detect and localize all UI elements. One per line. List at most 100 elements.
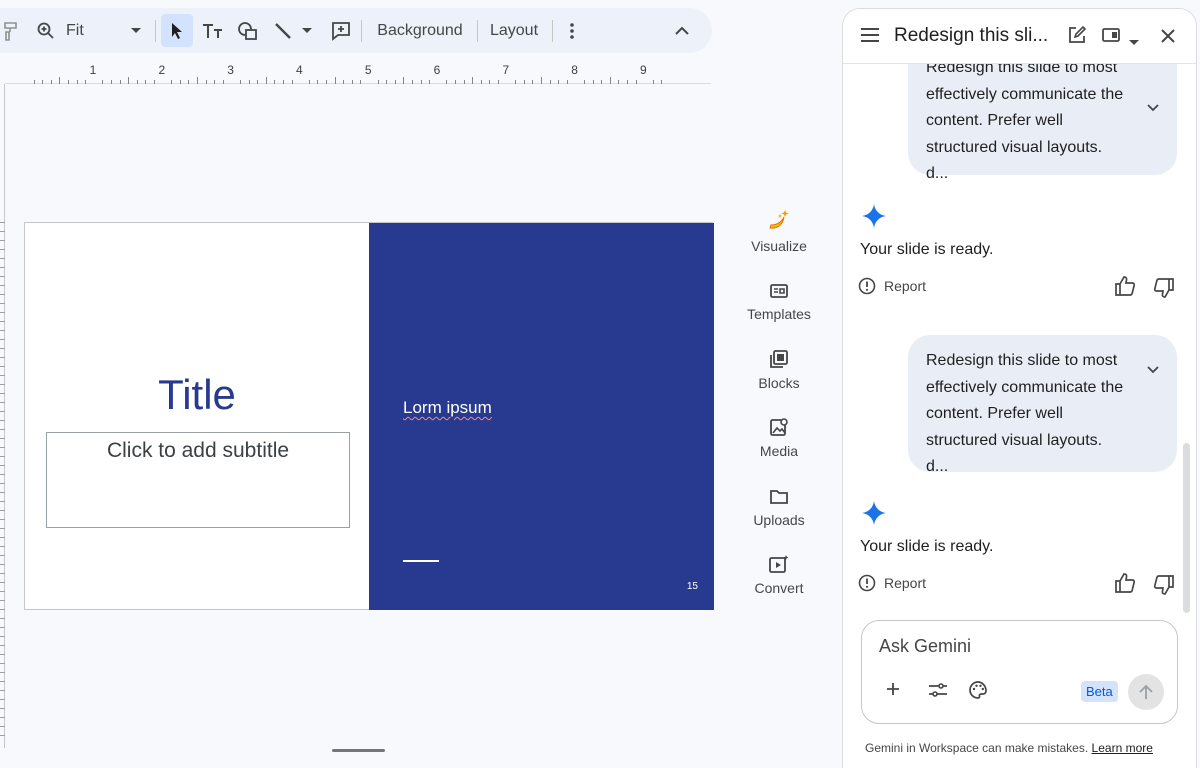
ruler-tick xyxy=(85,80,87,84)
ruler-tick xyxy=(145,80,147,84)
media-icon xyxy=(740,409,818,437)
subtitle-placeholder: Click to add subtitle xyxy=(106,439,290,462)
editor-toolbar: Fit Background Layout xyxy=(0,8,712,53)
ruler-tick xyxy=(480,80,482,84)
ruler-tick xyxy=(394,80,396,84)
disclaimer: Gemini in Workspace can make mistakes. L… xyxy=(865,741,1153,755)
ruler-tick xyxy=(240,80,241,84)
tune-icon[interactable] xyxy=(928,682,948,703)
expand-chevron-icon[interactable] xyxy=(1147,95,1159,122)
ruler-tick xyxy=(128,77,130,84)
media-button[interactable]: Media xyxy=(740,409,818,459)
ruler-number: 5 xyxy=(364,63,372,77)
layout-button[interactable]: Layout xyxy=(484,8,544,53)
report-button[interactable]: Report xyxy=(858,277,926,295)
send-button[interactable] xyxy=(1128,674,1164,710)
report-label: Report xyxy=(884,575,927,591)
vertical-ruler[interactable] xyxy=(0,222,5,742)
thumbs-up-icon[interactable] xyxy=(1114,275,1136,302)
more-options-icon[interactable] xyxy=(560,8,584,53)
slide-body-text[interactable]: Lorm ipsum xyxy=(403,398,492,418)
uploads-button[interactable]: Uploads xyxy=(740,478,818,528)
folder-icon xyxy=(740,478,818,506)
ruler-number: 4 xyxy=(296,63,303,77)
zoom-dropdown-icon[interactable] xyxy=(126,8,146,53)
ruler-tick xyxy=(455,80,456,84)
collapse-toolbar-icon[interactable] xyxy=(670,8,694,53)
gemini-sparkle-icon xyxy=(862,501,886,530)
ask-gemini-input[interactable]: Ask Gemini Beta xyxy=(861,620,1178,724)
cursor-icon xyxy=(172,22,182,39)
comment-button[interactable] xyxy=(326,8,356,53)
ruler-tick xyxy=(592,80,594,84)
shape-button[interactable] xyxy=(233,8,263,53)
expand-chevron-icon[interactable] xyxy=(1147,357,1159,384)
zoom-select[interactable]: Fit xyxy=(66,8,126,53)
ruler-number: 3 xyxy=(227,63,234,77)
templates-button[interactable]: Templates xyxy=(740,272,818,322)
ruler-tick xyxy=(265,77,267,84)
panel-scrollbar[interactable] xyxy=(1183,443,1190,613)
gemini-sparkle-icon xyxy=(862,204,886,233)
close-icon[interactable] xyxy=(1160,28,1176,49)
ruler-tick xyxy=(317,80,319,84)
paint-format-icon[interactable] xyxy=(0,8,22,53)
report-button[interactable]: Report xyxy=(858,574,926,592)
select-tool-button[interactable] xyxy=(161,14,193,47)
ruler-tick xyxy=(351,80,353,84)
prompt-line: effectively communicate the xyxy=(926,378,1124,396)
blocks-label: Blocks xyxy=(758,375,800,391)
prompt-line: Redesign this slide to most xyxy=(926,352,1118,369)
thumbs-up-icon[interactable] xyxy=(1114,572,1136,599)
ruler-tick xyxy=(102,80,104,84)
beta-badge: Beta xyxy=(1081,681,1118,702)
menu-icon[interactable] xyxy=(861,28,879,47)
ruler-tick xyxy=(558,80,560,84)
horizontal-ruler[interactable]: 1 2 3 4 5 6 7 8 9 xyxy=(5,60,711,84)
palette-icon[interactable] xyxy=(968,680,988,705)
panel-layout-dropdown-icon[interactable] xyxy=(1129,33,1139,51)
convert-button[interactable]: Convert xyxy=(740,546,818,596)
text-box-icon xyxy=(203,23,222,38)
slide-title[interactable]: Title xyxy=(25,371,369,419)
arrow-up-icon xyxy=(1139,684,1153,699)
ruler-tick xyxy=(420,80,422,84)
zoom-icon[interactable] xyxy=(32,8,60,53)
thumbs-down-icon[interactable] xyxy=(1153,574,1175,601)
ruler-tick xyxy=(463,80,465,84)
ruler-tick xyxy=(412,80,413,84)
text-box-button[interactable] xyxy=(197,8,227,53)
ruler-tick xyxy=(68,80,69,84)
gemini-side-panel: Redesign this sli... Redesign this slide… xyxy=(842,8,1197,768)
ruler-tick xyxy=(326,80,327,84)
visualize-button[interactable]: Visualize xyxy=(740,204,818,254)
line-dropdown-icon[interactable] xyxy=(297,8,317,53)
ruler-tick xyxy=(119,80,121,84)
ruler-tick xyxy=(308,80,310,84)
new-chat-icon[interactable] xyxy=(1067,25,1087,50)
add-icon[interactable] xyxy=(886,682,900,701)
panel-layout-icon[interactable] xyxy=(1102,27,1120,48)
line-button[interactable] xyxy=(269,8,297,53)
blocks-button[interactable]: Blocks xyxy=(740,341,818,391)
slide-accent-line xyxy=(403,560,439,562)
ruler-number: 6 xyxy=(433,63,441,77)
thumbs-down-icon[interactable] xyxy=(1153,277,1175,304)
ruler-number: 9 xyxy=(640,63,647,77)
background-button[interactable]: Background xyxy=(371,8,469,53)
user-prompt-bubble[interactable]: Redesign this slide to most effectively … xyxy=(908,335,1177,475)
ruler-tick xyxy=(179,80,181,84)
slide-canvas[interactable]: Title Click to add subtitle Lorm ipsum 1… xyxy=(24,222,714,610)
learn-more-link[interactable]: Learn more xyxy=(1092,741,1153,755)
ruler-tick xyxy=(523,80,525,84)
subtitle-placeholder-box[interactable]: Click to add subtitle xyxy=(46,432,350,528)
ruler-tick xyxy=(136,80,138,84)
prompt-line: structured visual layouts. d... xyxy=(926,431,1103,476)
filmstrip-resize-handle[interactable] xyxy=(332,749,385,752)
disclaimer-text: Gemini in Workspace can make mistakes. xyxy=(865,741,1089,755)
prompt-line: effectively communicate the xyxy=(926,85,1124,103)
templates-label: Templates xyxy=(747,306,811,322)
ruler-tick xyxy=(489,80,491,84)
ruler-number: 1 xyxy=(89,63,97,77)
slide-accent-panel[interactable]: Lorm ipsum 15 xyxy=(369,223,714,610)
